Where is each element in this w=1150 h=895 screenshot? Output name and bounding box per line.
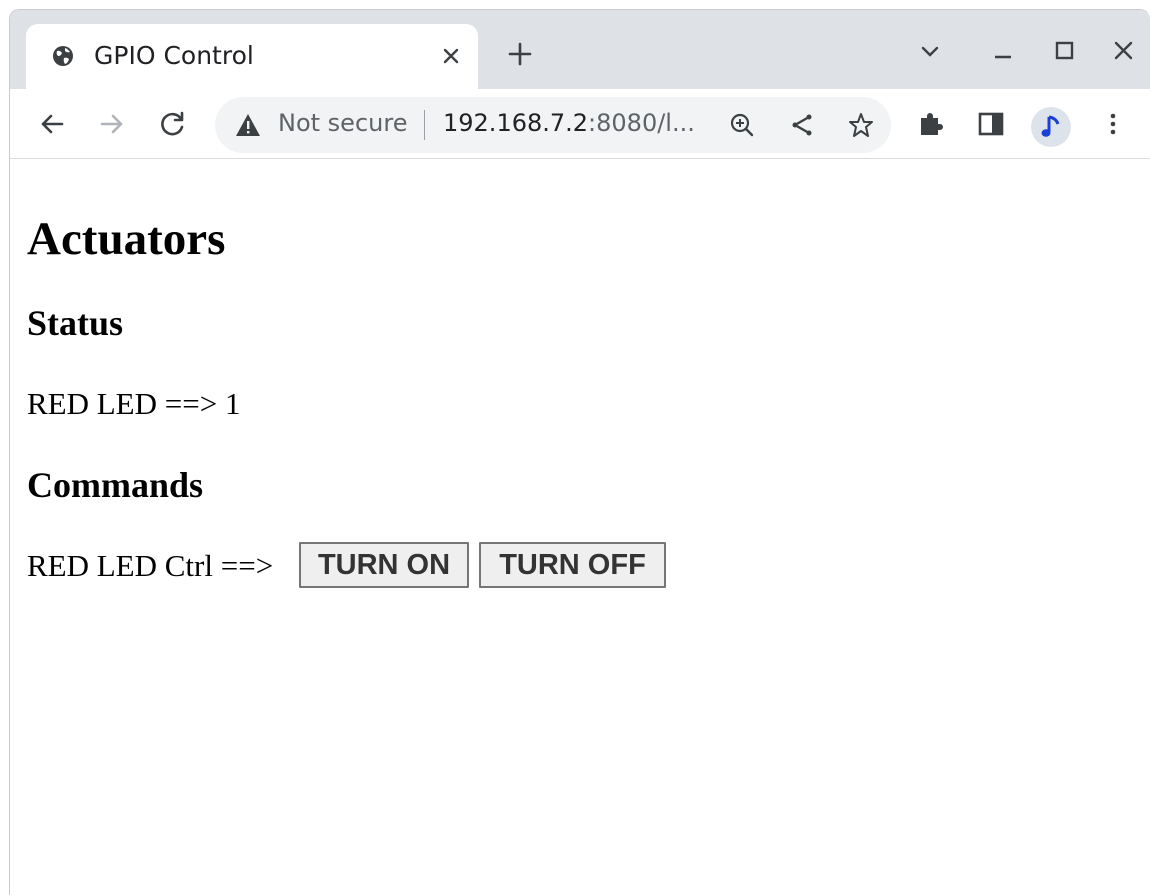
browser-window: GPIO Control Not secure 192.168.7.2:8080… [9, 9, 1150, 895]
status-heading: Status [27, 303, 124, 343]
url-host: 192.168.7.2 [443, 109, 589, 137]
share-icon[interactable] [788, 111, 816, 139]
browser-toolbar: Not secure 192.168.7.2:8080/l... [10, 89, 1150, 159]
maximize-icon[interactable] [1051, 37, 1079, 65]
security-label[interactable]: Not secure [278, 109, 407, 137]
address-divider [424, 110, 425, 140]
turn-off-button[interactable]: TURN OFF [479, 542, 666, 588]
close-tab-icon[interactable] [440, 45, 462, 67]
reload-icon[interactable] [157, 108, 189, 140]
tab-strip: GPIO Control [10, 10, 1150, 89]
close-window-icon[interactable] [1110, 37, 1138, 65]
red-led-ctrl-label: RED LED Ctrl ==> [27, 548, 274, 583]
url-text[interactable]: 192.168.7.2:8080/l... [443, 109, 705, 137]
url-path: :8080/l... [588, 109, 695, 137]
warning-icon[interactable] [235, 113, 261, 137]
back-arrow-icon[interactable] [36, 108, 68, 140]
tab-search-chevron-icon[interactable] [916, 37, 944, 65]
new-tab-button[interactable] [505, 39, 535, 69]
bookmark-star-icon[interactable] [847, 111, 875, 139]
extensions-puzzle-icon[interactable] [915, 108, 947, 140]
commands-heading: Commands [27, 465, 204, 505]
red-led-status: RED LED ==> 1 [27, 386, 241, 421]
address-bar[interactable]: Not secure 192.168.7.2:8080/l... [215, 97, 891, 153]
turn-on-button[interactable]: TURN ON [299, 542, 469, 588]
zoom-icon[interactable] [728, 111, 756, 139]
minimize-icon[interactable] [989, 37, 1017, 65]
globe-icon [52, 45, 74, 67]
music-note-icon [1040, 114, 1062, 140]
profile-avatar[interactable] [1031, 107, 1071, 147]
tab-title: GPIO Control [94, 41, 254, 70]
forward-arrow-icon[interactable] [96, 108, 128, 140]
browser-tab[interactable]: GPIO Control [26, 24, 478, 89]
page-title: Actuators [27, 213, 226, 265]
page-content: Actuators Status RED LED ==> 1 Commands … [10, 160, 1150, 895]
more-menu-icon[interactable] [1097, 108, 1129, 140]
side-panel-icon[interactable] [975, 108, 1007, 140]
